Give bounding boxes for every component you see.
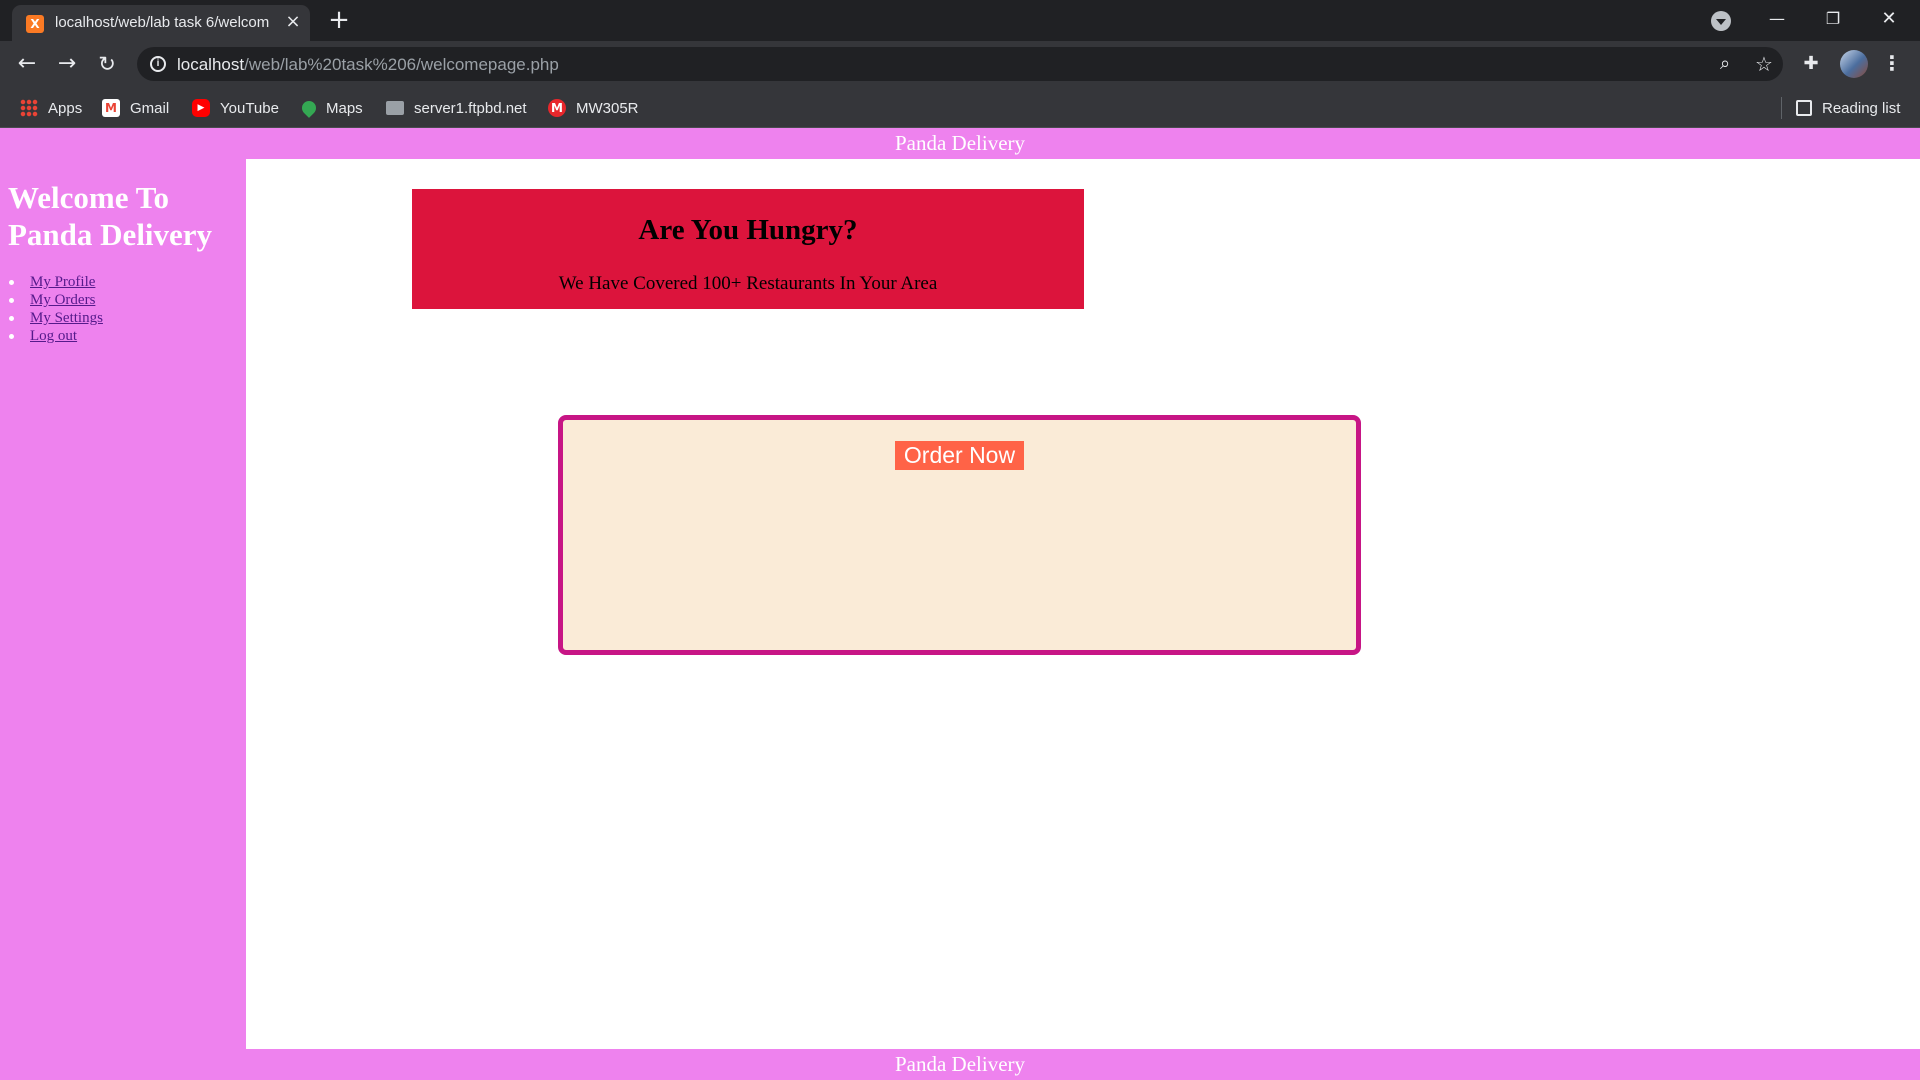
bookmark-label: server1.ftpbd.net	[414, 99, 527, 117]
url-path: /web/lab%20task%206/welcomepage.php	[244, 55, 559, 74]
bookmarks-bar: Apps M Gmail ▶ YouTube Maps server1.ftpb…	[0, 87, 1920, 128]
nav-item-my-orders: My Orders	[8, 291, 103, 309]
apps-grid-icon	[20, 99, 38, 117]
profile-avatar[interactable]	[1840, 50, 1868, 78]
bookmarks-divider	[1781, 97, 1782, 119]
browser-tab[interactable]: X localhost/web/lab task 6/welcom ×	[12, 5, 310, 41]
my-settings-link[interactable]: My Settings	[30, 310, 103, 326]
bookmark-mw305r[interactable]: M MW305R	[548, 96, 639, 120]
tab-close-icon[interactable]: ×	[282, 11, 304, 33]
extensions-puzzle-icon[interactable]: ✚	[1800, 53, 1822, 75]
nav-item-my-profile: My Profile	[8, 273, 103, 291]
forward-arrow-icon[interactable]: →	[52, 49, 82, 79]
bookmark-youtube[interactable]: ▶ YouTube	[192, 96, 279, 120]
zoom-icon[interactable]: ⌕	[1714, 53, 1736, 75]
order-now-button[interactable]: Order Now	[895, 441, 1024, 470]
sidebar-title: Welcome To Panda Delivery	[8, 180, 213, 252]
gmail-icon: M	[102, 99, 120, 117]
url-text[interactable]: localhost/web/lab%20task%206/welcomepage…	[177, 55, 559, 75]
bookmark-apps[interactable]: Apps	[20, 96, 82, 120]
sidebar-nav: My Profile My Orders My Settings Log out	[8, 273, 103, 345]
my-orders-link[interactable]: My Orders	[30, 292, 95, 308]
web-page: Panda Delivery Welcome To Panda Delivery…	[0, 128, 1920, 1080]
reading-list-button[interactable]: Reading list	[1796, 96, 1900, 120]
order-box: Order Now	[558, 415, 1361, 655]
hero-title: Are You Hungry?	[638, 214, 858, 246]
nav-item-my-settings: My Settings	[8, 309, 103, 327]
mw-icon: M	[548, 99, 566, 117]
bottom-banner: Panda Delivery	[0, 1049, 1920, 1080]
reload-icon[interactable]: ↻	[92, 49, 122, 79]
bookmark-label: MW305R	[576, 99, 639, 117]
top-banner: Panda Delivery	[0, 128, 1920, 159]
log-out-link[interactable]: Log out	[30, 328, 77, 344]
bookmark-label: YouTube	[220, 99, 279, 117]
tab-search-icon[interactable]	[1711, 11, 1731, 31]
site-info-icon[interactable]: i	[150, 56, 166, 72]
browser-tabstrip: X localhost/web/lab task 6/welcom × + — …	[0, 0, 1920, 41]
sidebar: Welcome To Panda Delivery My Profile My …	[0, 159, 246, 1049]
maps-icon	[299, 98, 319, 118]
browser-toolbar: ← → ↻ i localhost/web/lab%20task%206/wel…	[0, 41, 1920, 87]
address-bar[interactable]: i localhost/web/lab%20task%206/welcomepa…	[137, 47, 1783, 81]
bookmark-maps[interactable]: Maps	[299, 96, 363, 120]
xampp-favicon-icon: X	[26, 15, 44, 33]
bookmark-label: Apps	[48, 99, 83, 117]
window-close-icon[interactable]: ✕	[1866, 4, 1912, 34]
bookmark-server1[interactable]: server1.ftpbd.net	[386, 96, 527, 120]
tab-title: localhost/web/lab task 6/welcom	[55, 14, 270, 31]
bookmark-label: Gmail	[130, 99, 170, 117]
back-arrow-icon[interactable]: ←	[12, 49, 42, 79]
bookmark-label: Maps	[326, 99, 363, 117]
minimize-icon[interactable]: —	[1754, 4, 1800, 34]
reading-list-label: Reading list	[1822, 99, 1901, 117]
nav-item-log-out: Log out	[8, 327, 103, 345]
bookmark-gmail[interactable]: M Gmail	[102, 96, 169, 120]
bookmark-star-icon[interactable]: ☆	[1753, 52, 1775, 76]
reading-list-icon	[1796, 100, 1812, 116]
hero-box: Are You Hungry? We Have Covered 100+ Res…	[412, 189, 1084, 309]
youtube-icon: ▶	[192, 99, 210, 117]
restore-icon[interactable]: ❐	[1810, 4, 1856, 34]
folder-icon	[386, 101, 404, 115]
hero-subtitle: We Have Covered 100+ Restaurants In Your…	[558, 273, 938, 294]
browser-menu-icon[interactable]: ⋮	[1882, 51, 1902, 77]
my-profile-link[interactable]: My Profile	[30, 274, 95, 290]
new-tab-icon[interactable]: +	[325, 7, 353, 35]
url-host: localhost	[177, 55, 245, 74]
